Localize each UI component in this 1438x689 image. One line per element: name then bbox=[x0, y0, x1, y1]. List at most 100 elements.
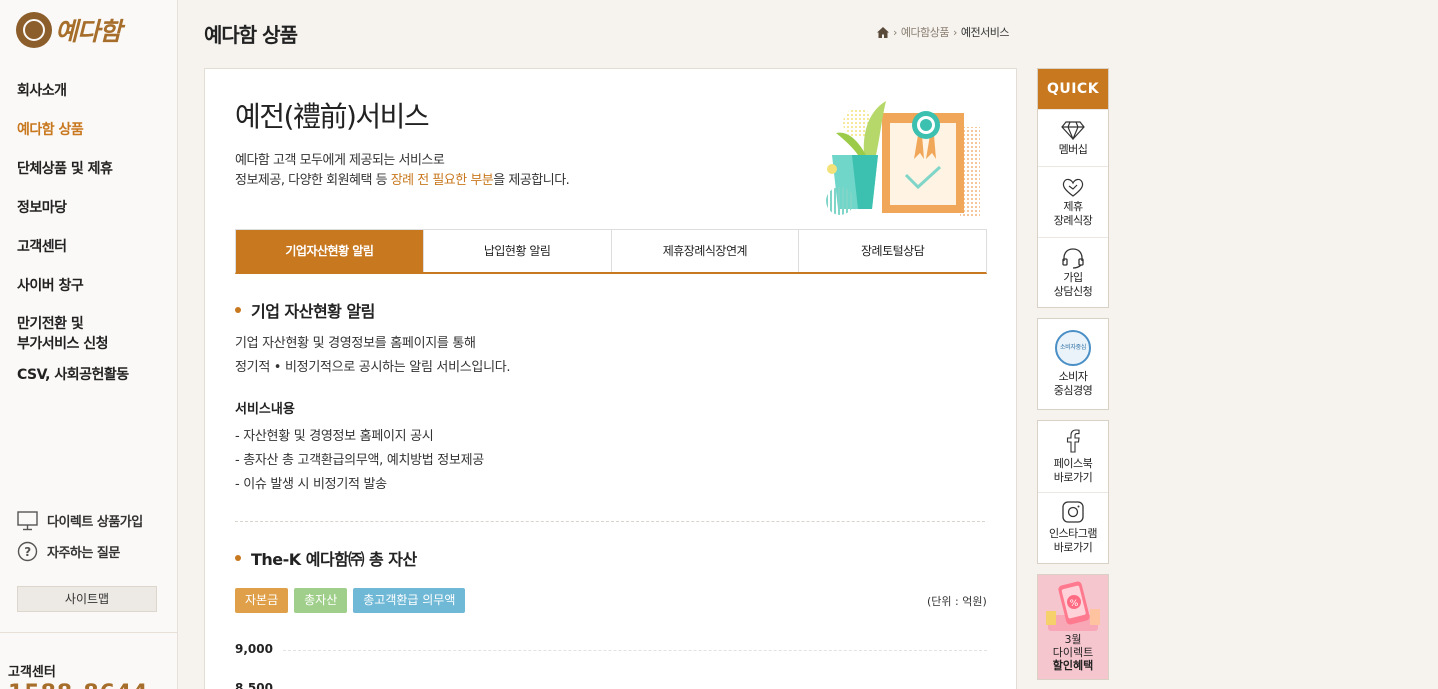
section-title-text: The-K 예다함㈜ 총 자산 bbox=[251, 550, 417, 569]
breadcrumb-current: 예전서비스 bbox=[960, 26, 1010, 39]
list-item: - 이슈 발생 시 비정기적 발송 bbox=[235, 477, 387, 492]
quick-consult-line2: 상담신청 bbox=[1053, 284, 1093, 298]
legend-total-assets[interactable]: 총자산 bbox=[294, 588, 348, 613]
description-line-1: 기업 자산현황 및 경영정보를 홈페이지를 통해 bbox=[235, 336, 476, 351]
nav-item-cyber[interactable]: 사이버 창구 bbox=[17, 275, 129, 314]
svg-text:%: % bbox=[1070, 599, 1079, 609]
instagram-link[interactable]: 인스타그램 바로가기 bbox=[1038, 492, 1108, 563]
monitor-icon bbox=[17, 510, 38, 530]
nav-item-csv[interactable]: CSV, 사회공헌활동 bbox=[17, 364, 129, 403]
service-tabs: 기업자산현황 알림 납입현황 알림 제휴장례식장연계 장례토털상담 bbox=[235, 229, 987, 274]
ccm-badge-text: 소비자중심 bbox=[1059, 344, 1087, 351]
nav-item-customer[interactable]: 고객센터 bbox=[17, 236, 129, 275]
service-content-list: - 자산현황 및 경영정보 홈페이지 공시 - 총자산 총 고객환급의무액, 예… bbox=[235, 425, 484, 497]
question-icon: ? bbox=[17, 541, 38, 562]
cs-label: 고객센터 bbox=[8, 665, 56, 680]
nav-item-maturity-line2: 부가서비스 신청 bbox=[17, 336, 109, 352]
nav-item-company[interactable]: 회사소개 bbox=[17, 80, 129, 119]
nav-item-info[interactable]: 정보마당 bbox=[17, 197, 129, 236]
gridline bbox=[283, 650, 987, 651]
direct-join-link[interactable]: 다이렉트 상품가입 bbox=[17, 505, 143, 536]
main-nav: 회사소개 예다함 상품 단체상품 및 제휴 정보마당 고객센터 사이버 창구 만… bbox=[17, 80, 129, 403]
quick-funeral-hall[interactable]: 제휴 장례식장 bbox=[1038, 166, 1108, 237]
intro-text: 예다함 고객 모두에게 제공되는 서비스로 정보제공, 다양한 회원혜택 등 장… bbox=[235, 151, 570, 191]
content-panel: 예전(禮前)서비스 예다함 고객 모두에게 제공되는 서비스로 정보제공, 다양… bbox=[204, 68, 1017, 689]
consumer-centric[interactable]: 소비자중심 소비자 중심경영 bbox=[1038, 319, 1108, 409]
quick-header: QUICK bbox=[1038, 69, 1108, 109]
intro-line-2: 정보제공, 다양한 회원혜택 등 장례 전 필요한 부분을 제공합니다. bbox=[235, 171, 570, 191]
faq-link[interactable]: ? 자주하는 질문 bbox=[17, 536, 143, 567]
cs-phone[interactable]: 1588-8644 bbox=[8, 681, 149, 689]
instagram-line1: 인스타그램 bbox=[1048, 527, 1098, 540]
intro-line-1: 예다함 고객 모두에게 제공되는 서비스로 bbox=[235, 153, 445, 168]
home-icon[interactable] bbox=[877, 26, 889, 38]
handshake-icon bbox=[1062, 178, 1084, 197]
facebook-line2: 바로가기 bbox=[1053, 470, 1093, 484]
svg-text:?: ? bbox=[24, 545, 31, 559]
list-item: - 자산현황 및 경영정보 홈페이지 공시 bbox=[235, 429, 434, 444]
quick-funeral-line2: 장례식장 bbox=[1053, 214, 1093, 227]
section-title-text: 기업 자산현황 알림 bbox=[251, 302, 375, 321]
sidebar: 예다함 회사소개 예다함 상품 단체상품 및 제휴 정보마당 고객센터 사이버 … bbox=[0, 0, 178, 689]
intro-line-2-post: 을 제공합니다. bbox=[493, 173, 570, 188]
promo-text: 3월 다이렉트 할인혜택 bbox=[1038, 633, 1108, 672]
promo-line2: 다이렉트 bbox=[1052, 646, 1094, 659]
facebook-icon bbox=[1066, 428, 1080, 453]
facebook-link[interactable]: 페이스북 바로가기 bbox=[1038, 421, 1108, 492]
logo[interactable]: 예다함 bbox=[16, 12, 122, 48]
list-item: - 총자산 총 고객환급의무액, 예치방법 정보제공 bbox=[235, 453, 484, 468]
intro-highlight: 장례 전 필요한 부분 bbox=[390, 173, 494, 188]
quick-membership[interactable]: 멤버십 bbox=[1038, 109, 1108, 166]
sitemap-button[interactable]: 사이트맵 bbox=[17, 586, 157, 612]
content-title: 예전(禮前)서비스 bbox=[235, 100, 430, 133]
breadcrumb-item[interactable]: 예다함상품 bbox=[901, 24, 950, 40]
y-tick-label: 9,000 bbox=[235, 642, 273, 656]
side-links: 다이렉트 상품가입 ? 자주하는 질문 bbox=[17, 505, 143, 567]
tab-funeral-consult[interactable]: 장례토털상담 bbox=[798, 230, 986, 272]
ccm-badge-icon: 소비자중심 bbox=[1055, 330, 1091, 366]
breadcrumb-separator: › bbox=[953, 25, 957, 39]
intro-line-2-pre: 정보제공, 다양한 회원혜택 등 bbox=[235, 173, 391, 188]
consumer-centric-box[interactable]: 소비자중심 소비자 중심경영 bbox=[1037, 318, 1109, 410]
discount-phone-icon: % bbox=[1046, 581, 1100, 631]
bullet-dot bbox=[235, 555, 241, 561]
quick-consult[interactable]: 가입 상담신청 bbox=[1038, 237, 1108, 307]
nav-item-maturity[interactable]: 만기전환 및 부가서비스 신청 bbox=[17, 314, 129, 364]
certificate-illustration bbox=[826, 101, 980, 217]
logo-emblem-icon bbox=[16, 12, 52, 48]
nav-item-group[interactable]: 단체상품 및 제휴 bbox=[17, 158, 129, 197]
chart-unit: (단위 : 억원) bbox=[927, 595, 987, 608]
social-box: 페이스북 바로가기 인스타그램 바로가기 bbox=[1037, 420, 1109, 564]
chart-legend: 자본금 총자산 총고객환급 의무액 bbox=[235, 588, 471, 613]
quick-funeral-line1: 제휴 bbox=[1063, 200, 1083, 213]
tab-funeral-hall[interactable]: 제휴장례식장연계 bbox=[610, 230, 799, 272]
tab-asset-alert[interactable]: 기업자산현황 알림 bbox=[236, 230, 423, 272]
facebook-line1: 페이스북 bbox=[1053, 456, 1093, 470]
section-title: 기업 자산현황 알림 bbox=[235, 298, 375, 322]
bullet-dot bbox=[235, 307, 241, 313]
breadcrumb: › 예다함상품 › 예전서비스 bbox=[877, 24, 1010, 40]
consumer-line2: 중심경영 bbox=[1053, 384, 1093, 397]
direct-join-label: 다이렉트 상품가입 bbox=[47, 515, 143, 530]
legend-capital[interactable]: 자본금 bbox=[235, 588, 289, 613]
y-tick-label: 8,500 bbox=[235, 681, 273, 689]
nav-item-maturity-line1: 만기전환 및 bbox=[17, 316, 84, 332]
logo-text: 예다함 bbox=[55, 17, 122, 46]
description-line-2: 정기적 • 비정기적으로 공시하는 알림 서비스입니다. bbox=[235, 360, 511, 375]
instagram-icon bbox=[1062, 501, 1084, 523]
quick-membership-label: 멤버십 bbox=[1058, 142, 1088, 156]
promo-banner[interactable]: % 3월 다이렉트 할인혜택 bbox=[1037, 574, 1109, 680]
section-divider bbox=[235, 521, 985, 522]
promo-line3: 할인혜택 bbox=[1052, 659, 1094, 672]
section-title: The-K 예다함㈜ 총 자산 bbox=[235, 546, 417, 570]
diamond-icon bbox=[1061, 120, 1085, 140]
section-description: 기업 자산현황 및 경영정보를 홈페이지를 통해 정기적 • 비정기적으로 공시… bbox=[235, 332, 511, 380]
nav-item-products[interactable]: 예다함 상품 bbox=[17, 119, 129, 158]
tab-payment-alert[interactable]: 납입현황 알림 bbox=[422, 230, 611, 272]
page-title: 예다함 상품 bbox=[204, 23, 298, 47]
breadcrumb-separator: › bbox=[893, 25, 897, 39]
quick-menu: QUICK 멤버십 제휴 장례식장 가입 상담신청 bbox=[1037, 68, 1109, 308]
faq-label: 자주하는 질문 bbox=[47, 546, 120, 561]
service-content-title: 서비스내용 bbox=[235, 402, 295, 417]
legend-refund-obligation[interactable]: 총고객환급 의무액 bbox=[353, 588, 466, 613]
